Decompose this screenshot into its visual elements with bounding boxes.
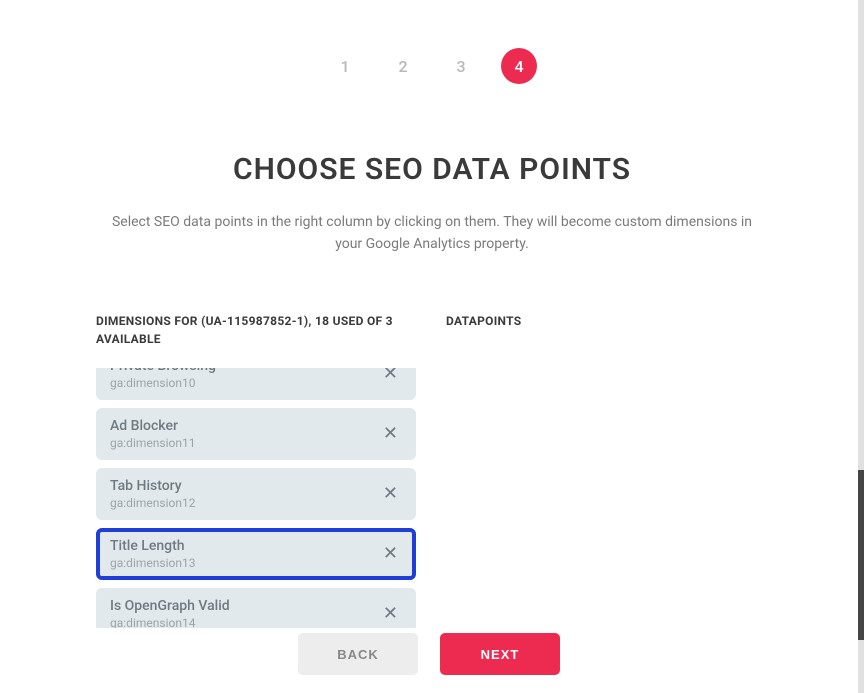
close-icon[interactable]: ✕ [379, 543, 402, 564]
step-1[interactable]: 1 [327, 48, 363, 84]
dimension-ga-id: ga:dimension10 [110, 376, 379, 390]
datapoints-header: DATAPOINTS [446, 312, 768, 330]
dimension-name: Tab History [110, 478, 379, 494]
back-button[interactable]: BACK [298, 633, 418, 675]
dimensions-list: Private Browsingga:dimension10✕Ad Blocke… [96, 368, 416, 628]
page-subtitle: Select SEO data points in the right colu… [82, 211, 782, 256]
close-icon[interactable]: ✕ [379, 423, 402, 444]
dimension-card[interactable]: Ad Blocker ga:dimension11✕ [96, 408, 416, 460]
dimensions-list-viewport[interactable]: Private Browsingga:dimension10✕Ad Blocke… [96, 368, 416, 628]
dimension-ga-id: ga:dimension12 [110, 496, 379, 510]
dimension-card[interactable]: Title Length ga:dimension13✕ [96, 528, 416, 580]
step-2[interactable]: 2 [385, 48, 421, 84]
dimension-name: Title Length [110, 538, 379, 554]
wizard-stepper: 1234 [0, 0, 864, 84]
dimension-name: Private Browsing [110, 368, 379, 374]
dimension-ga-id: ga:dimension13 [110, 556, 379, 570]
dimension-name: Is OpenGraph Valid [110, 598, 379, 614]
page-title: CHOOSE SEO DATA POINTS [0, 152, 864, 187]
close-icon[interactable]: ✕ [379, 368, 402, 385]
step-4[interactable]: 4 [501, 48, 537, 84]
dimension-text: Ad Blocker ga:dimension11 [110, 418, 379, 450]
next-button[interactable]: NEXT [440, 633, 560, 675]
dimension-text: Title Length ga:dimension13 [110, 538, 379, 570]
dimension-text: Tab History ga:dimension12 [110, 478, 379, 510]
dimension-ga-id: ga:dimension11 [110, 436, 379, 450]
columns-container: DIMENSIONS for (UA-115987852-1), 18 used… [0, 312, 864, 628]
close-icon[interactable]: ✕ [379, 483, 402, 504]
step-3[interactable]: 3 [443, 48, 479, 84]
dimension-text: Private Browsing ga:dimension10 [110, 368, 379, 390]
dimension-card[interactable]: Private Browsing ga:dimension10✕ [96, 368, 416, 400]
dimension-name: Ad Blocker [110, 418, 379, 434]
dimension-card[interactable]: Tab History ga:dimension12✕ [96, 468, 416, 520]
dimensions-header: DIMENSIONS for (UA-115987852-1), 18 used… [96, 312, 416, 348]
dimensions-column: DIMENSIONS for (UA-115987852-1), 18 used… [96, 312, 416, 628]
side-scrollbar[interactable] [858, 0, 864, 693]
footer-actions: BACK NEXT [0, 615, 858, 693]
datapoints-column: DATAPOINTS [446, 312, 768, 628]
